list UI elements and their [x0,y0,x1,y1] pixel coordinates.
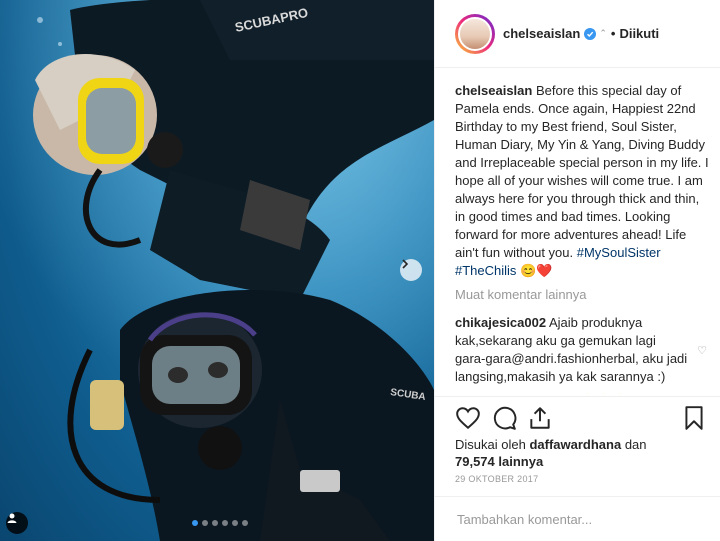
tagged-users-button[interactable] [6,512,28,534]
post-date: 29 OKTOBER 2017 [455,474,539,484]
comment-username[interactable]: iskandarscuba2017 [455,393,575,394]
chevron-down-icon[interactable]: ⌃ [599,28,607,39]
comment-item: iskandarscuba2017 👍👍👍 ♡ [455,392,711,394]
comment-item: chikajesica002 Ajaib produknya kak,sekar… [455,314,711,386]
post-header: chelseaislan ⌃ • Diikuti [435,0,720,68]
underwater-divers-illustration: SCUBAPRO SCUBA [0,0,434,541]
comment-username[interactable]: chikajesica002 [455,315,546,330]
share-icon[interactable] [527,405,553,431]
carousel-dot [222,520,228,526]
bookmark-icon[interactable] [681,405,707,431]
caption-emoji: 😊❤️ [520,263,553,278]
carousel-indicator [192,520,248,526]
add-comment-input[interactable] [455,511,689,528]
caption-text: Before this special day of Pamela ends. … [455,83,709,260]
carousel-dot [202,520,208,526]
caption: chelseaislan Before this special day of … [455,82,711,280]
add-comment-bar [435,496,720,541]
chevron-right-icon [402,259,409,269]
carousel-dot [232,520,238,526]
instagram-post: SCUBAPRO SCUBA chelseaislan ⌃ • Diikuti … [0,0,720,541]
likes-prefix: Disukai oleh [455,437,526,452]
comment-icon[interactable] [491,405,517,431]
follow-separator: • [610,26,616,41]
carousel-dot [192,520,198,526]
next-photo-button[interactable] [400,259,422,281]
hashtag-link[interactable]: #MySoulSister [577,245,661,260]
likes-conj: dan [624,437,647,452]
carousel-dot [242,520,248,526]
comment-text: 👍👍👍 [579,393,628,394]
action-bar [435,396,720,437]
comment-like-heart-icon[interactable]: ♡ [697,342,707,360]
avatar[interactable] [455,13,495,54]
hashtag-link[interactable]: #TheChilis [455,263,516,278]
user-tag-icon [7,513,17,523]
verified-icon [584,27,597,40]
likes-count[interactable]: 79,574 [455,454,495,469]
post-sidebar: chelseaislan ⌃ • Diikuti chelseaislan Be… [434,0,720,541]
liker-username[interactable]: daffawardhana [529,437,621,452]
caption-username[interactable]: chelseaislan [455,83,532,98]
load-more-comments-button[interactable]: Muat komentar lainnya [455,286,711,304]
follow-status-button[interactable]: Diikuti [619,26,659,41]
header-username[interactable]: chelseaislan [503,26,580,41]
heart-icon[interactable] [455,405,481,431]
likes-summary: Disukai oleh daffawardhana dan 79,574 la… [455,436,647,470]
comments-section: chelseaislan Before this special day of … [455,82,711,394]
carousel-dot [212,520,218,526]
post-photo[interactable]: SCUBAPRO SCUBA [0,0,434,541]
likes-suffix[interactable]: lainnya [498,454,543,469]
